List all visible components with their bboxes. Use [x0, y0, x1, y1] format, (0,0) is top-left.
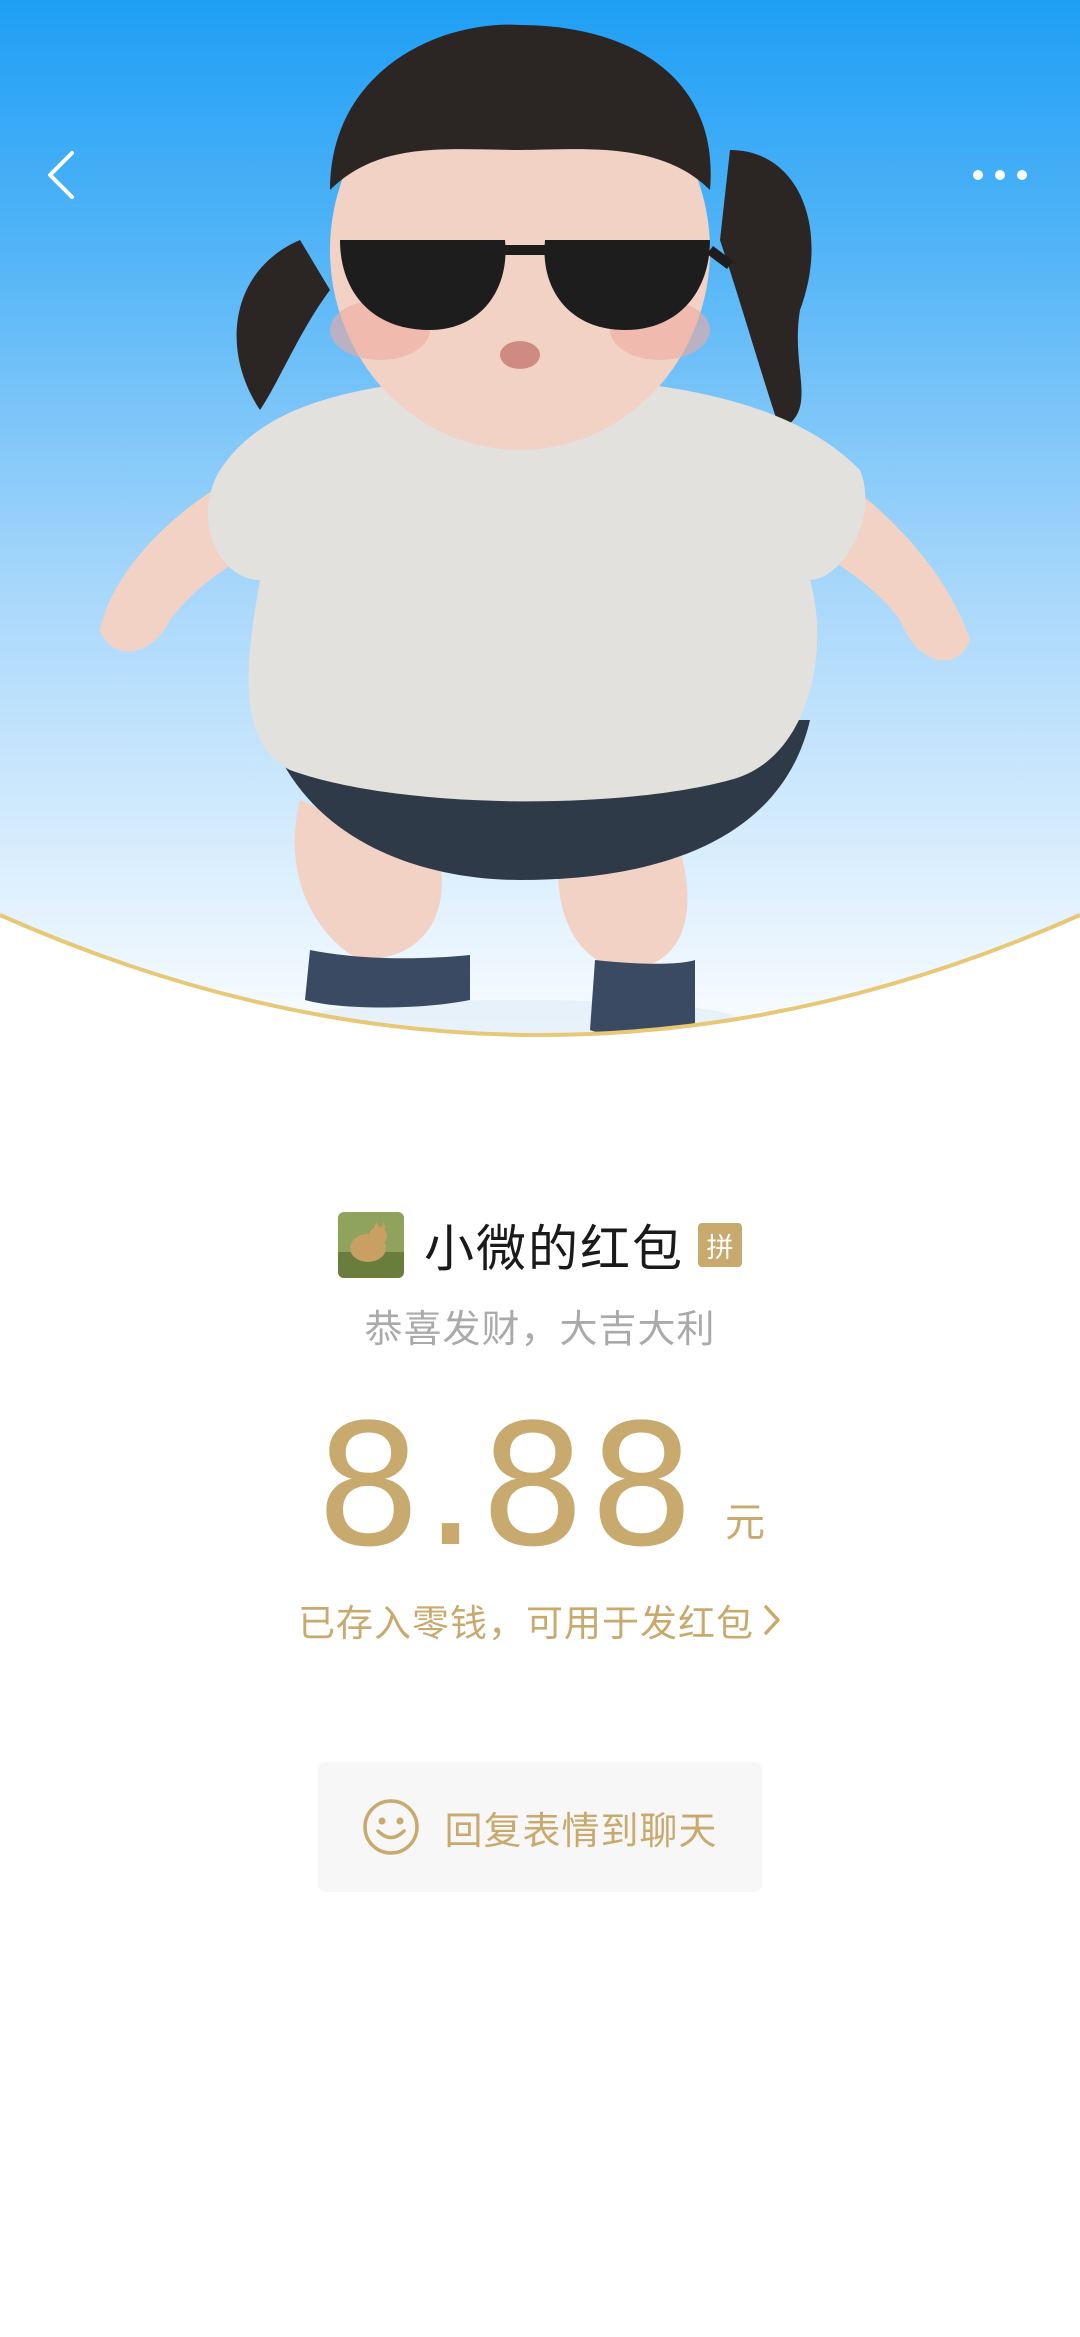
amount-value: 8.88 [314, 1388, 698, 1584]
sender-avatar [338, 1212, 404, 1278]
chevron-right-icon [764, 1605, 780, 1635]
cover-curve-edge [0, 913, 1080, 1065]
amount-unit: 元 [725, 1500, 766, 1546]
stored-to-change-text: 已存入零钱，可用于发红包 [298, 1602, 754, 1645]
chevron-left-icon [48, 151, 74, 199]
reply-sticker-button[interactable]: 回复表情到聊天 [318, 1762, 762, 1892]
greeting-text: 恭喜发财，大吉大利 [364, 1307, 716, 1351]
stored-to-change-link[interactable]: 已存入零钱，可用于发红包 [0, 1592, 1080, 1648]
pin-badge: 拼 [698, 1223, 742, 1267]
smiley-icon [363, 1799, 420, 1855]
more-dots-icon [973, 170, 1027, 180]
amount-row: 8.88 元 [0, 1390, 1080, 1570]
back-button[interactable] [30, 140, 90, 210]
red-packet-cover [0, 0, 1080, 1065]
more-options-button[interactable] [960, 150, 1040, 200]
sender-name: 小微的红包 [424, 1220, 684, 1278]
sender-row: 小微的红包 拼 [0, 1205, 1080, 1285]
reply-sticker-label: 回复表情到聊天 [444, 1808, 718, 1853]
